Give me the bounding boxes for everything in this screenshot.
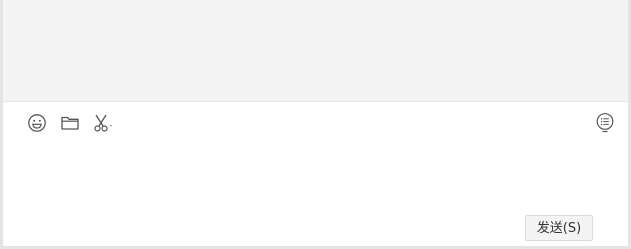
chat-window: 发送(S): [0, 0, 631, 249]
chat-history-icon: [596, 113, 614, 133]
screenshot-button[interactable]: [91, 111, 115, 135]
emoji-button[interactable]: [25, 111, 49, 135]
send-button[interactable]: 发送(S): [525, 215, 593, 241]
folder-icon: [61, 116, 79, 130]
chat-history-button[interactable]: [593, 111, 617, 135]
message-history-area[interactable]: [3, 0, 628, 102]
scissors-icon: [94, 114, 112, 132]
input-toolbar: [3, 102, 628, 144]
send-file-button[interactable]: [58, 111, 82, 135]
emoji-icon: [28, 114, 46, 132]
